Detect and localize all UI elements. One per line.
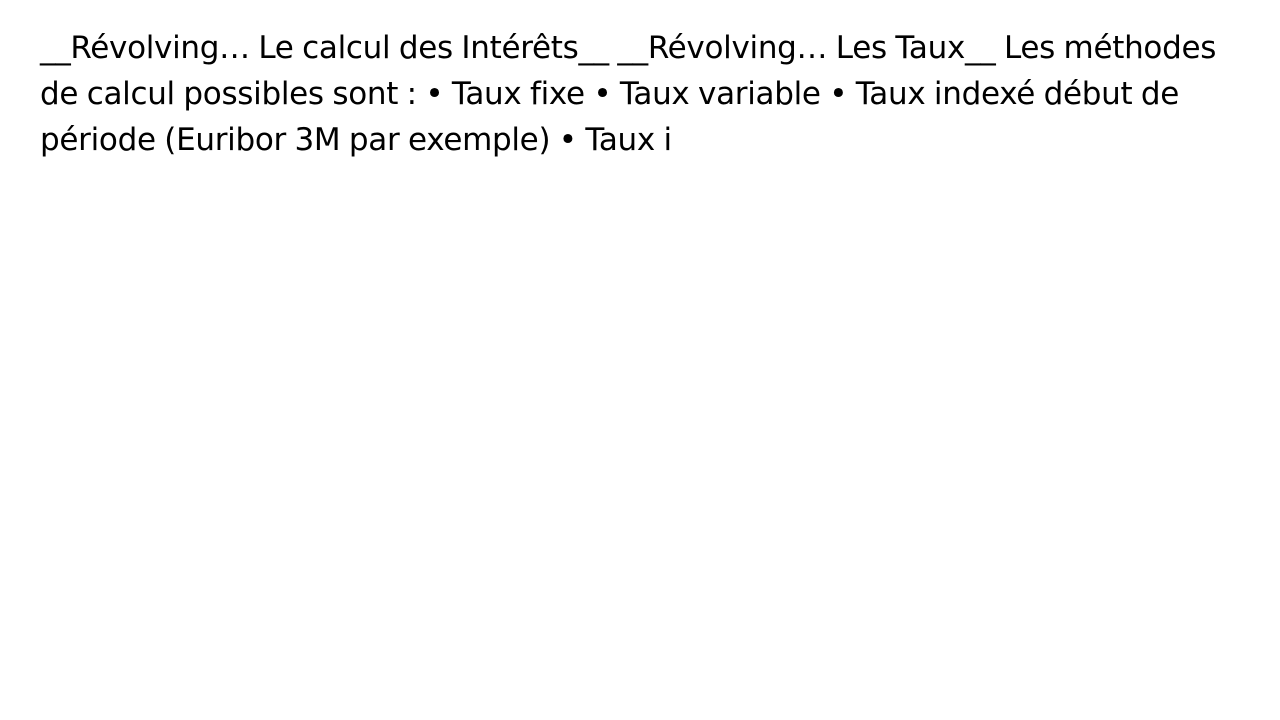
slide-canvas: __Révolving… Le calcul des Intérêts__ __… (0, 0, 1280, 720)
slide-body-text: __Révolving… Le calcul des Intérêts__ __… (40, 30, 1217, 158)
